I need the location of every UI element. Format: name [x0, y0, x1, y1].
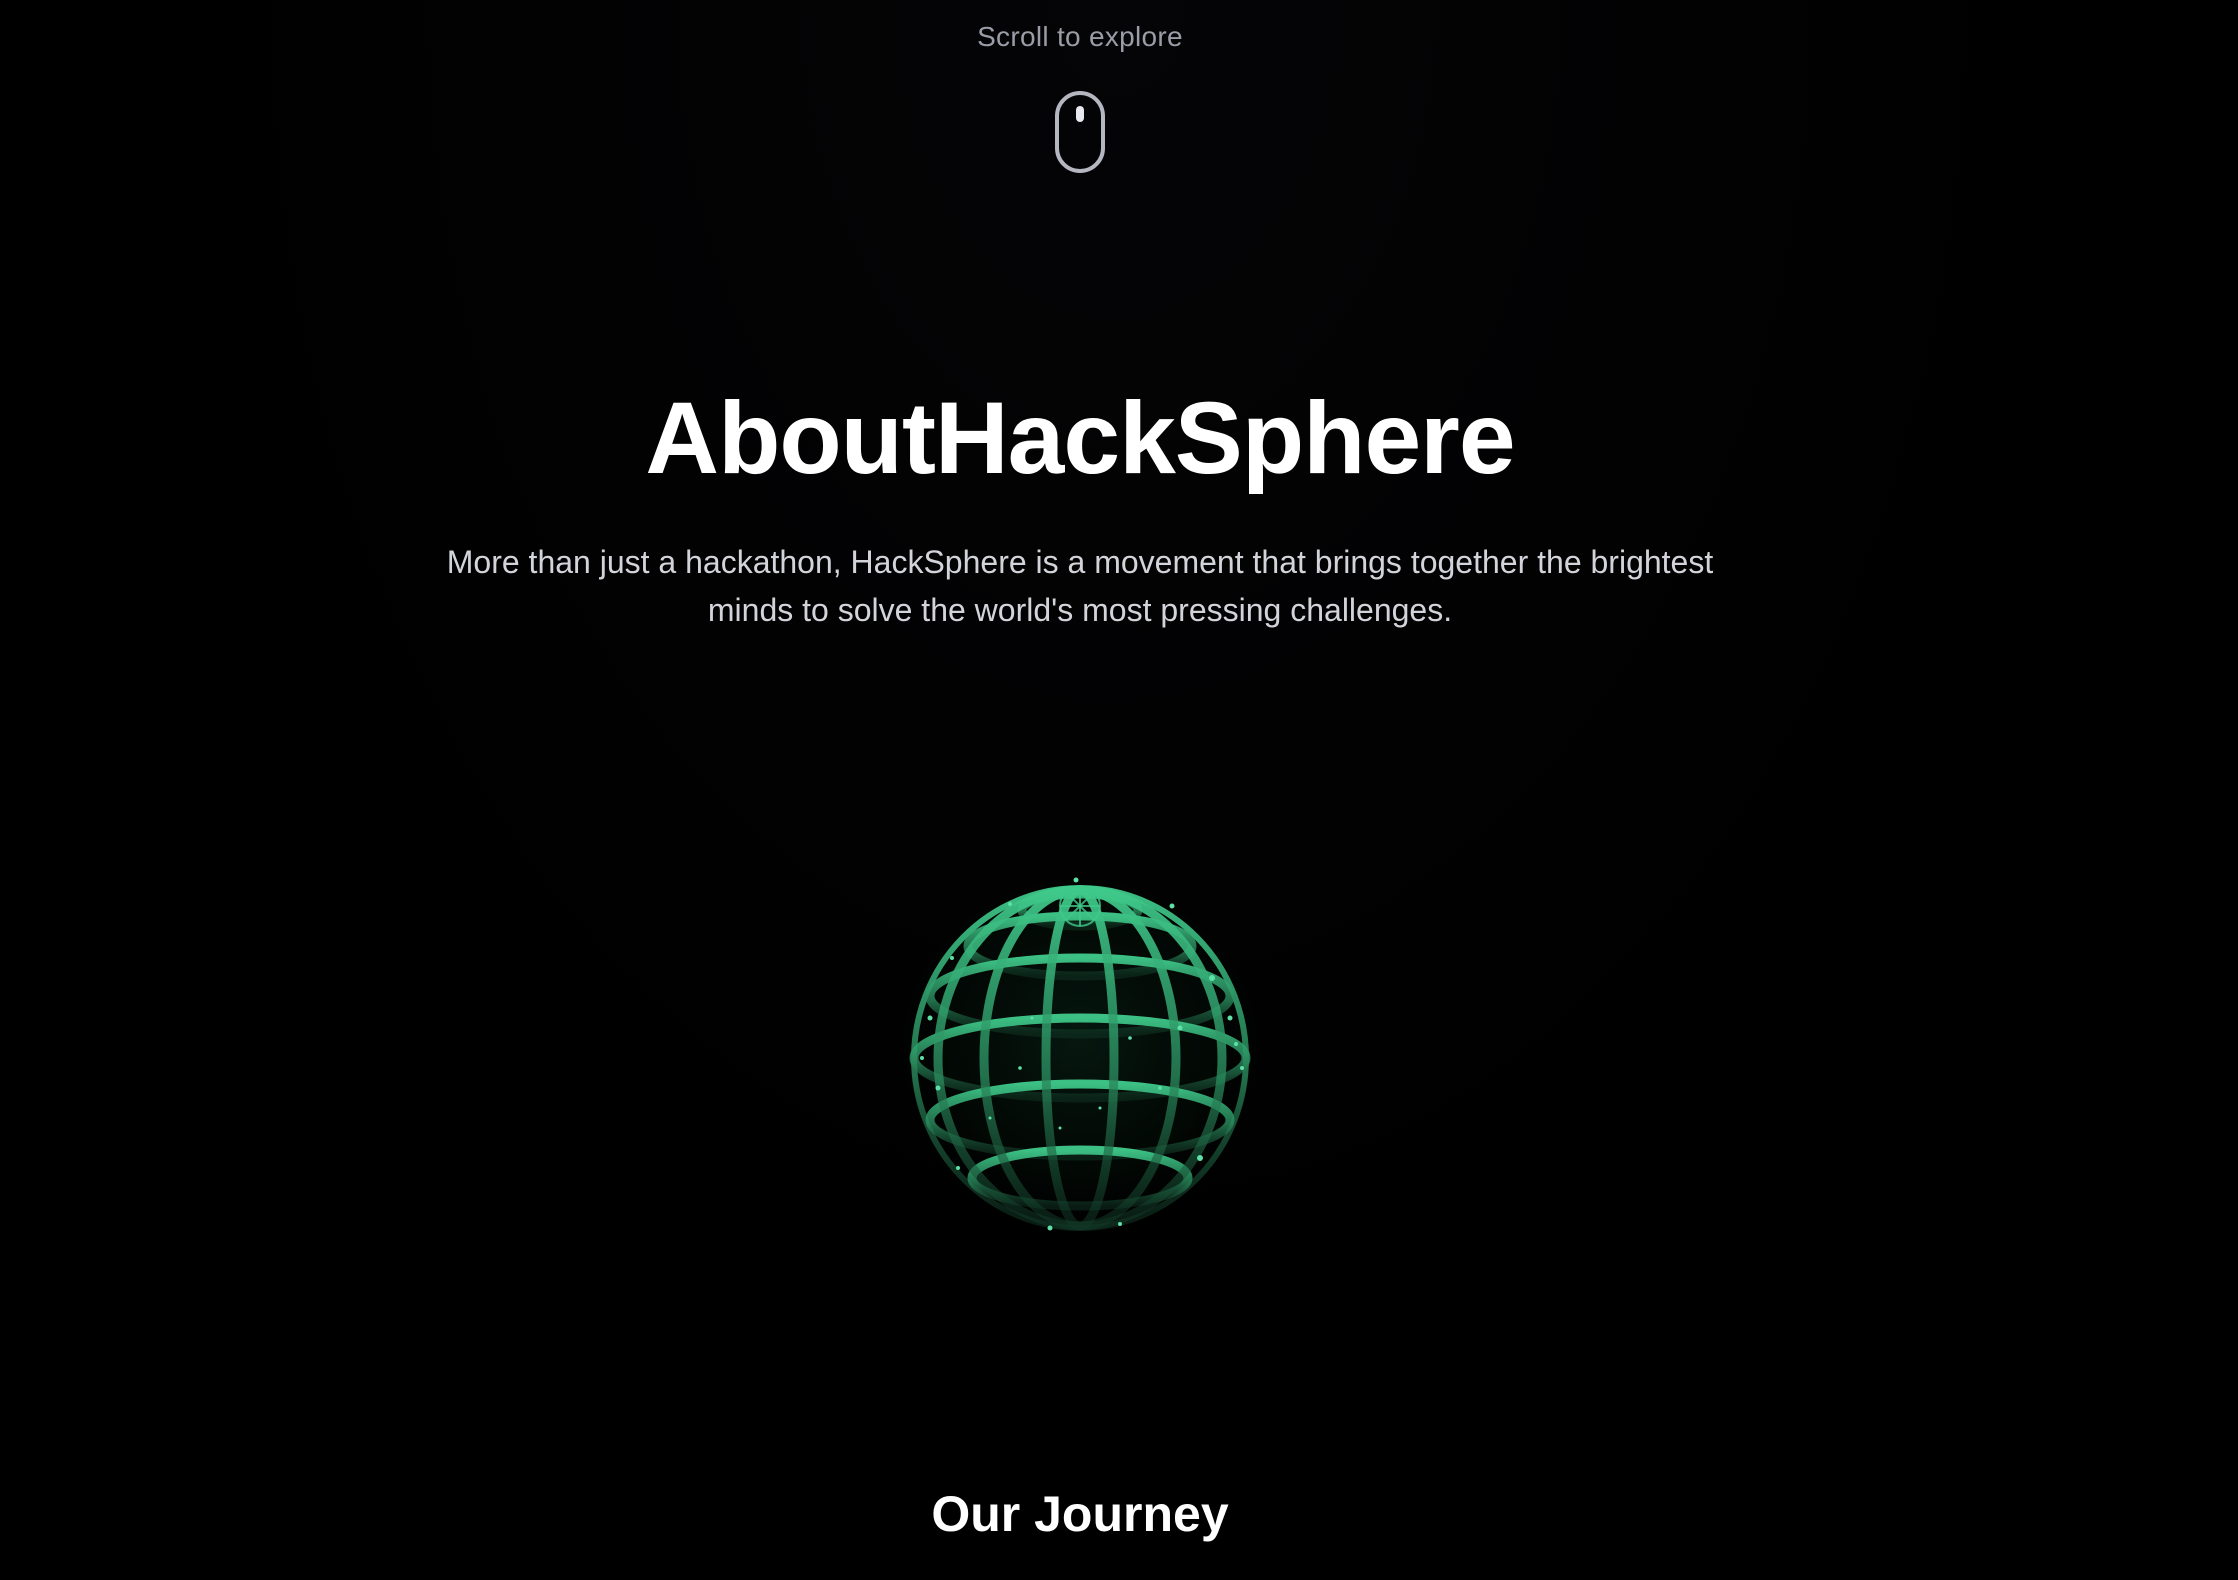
page: Scroll to explore AboutHackSphere More t… [0, 0, 2238, 1580]
about-title: AboutHackSphere [645, 381, 1515, 495]
about-section: AboutHackSphere More than just a hackath… [0, 378, 2160, 634]
journey-heading: Our Journey [931, 1486, 1229, 1542]
scroll-hint[interactable]: Scroll to explore [0, 18, 2160, 174]
globe-wireframe-icon [902, 877, 1258, 1236]
scroll-hint-text: Scroll to explore [977, 21, 1183, 52]
mouse-icon [1055, 91, 1105, 173]
about-description: More than just a hackathon, HackSphere i… [446, 544, 1714, 628]
